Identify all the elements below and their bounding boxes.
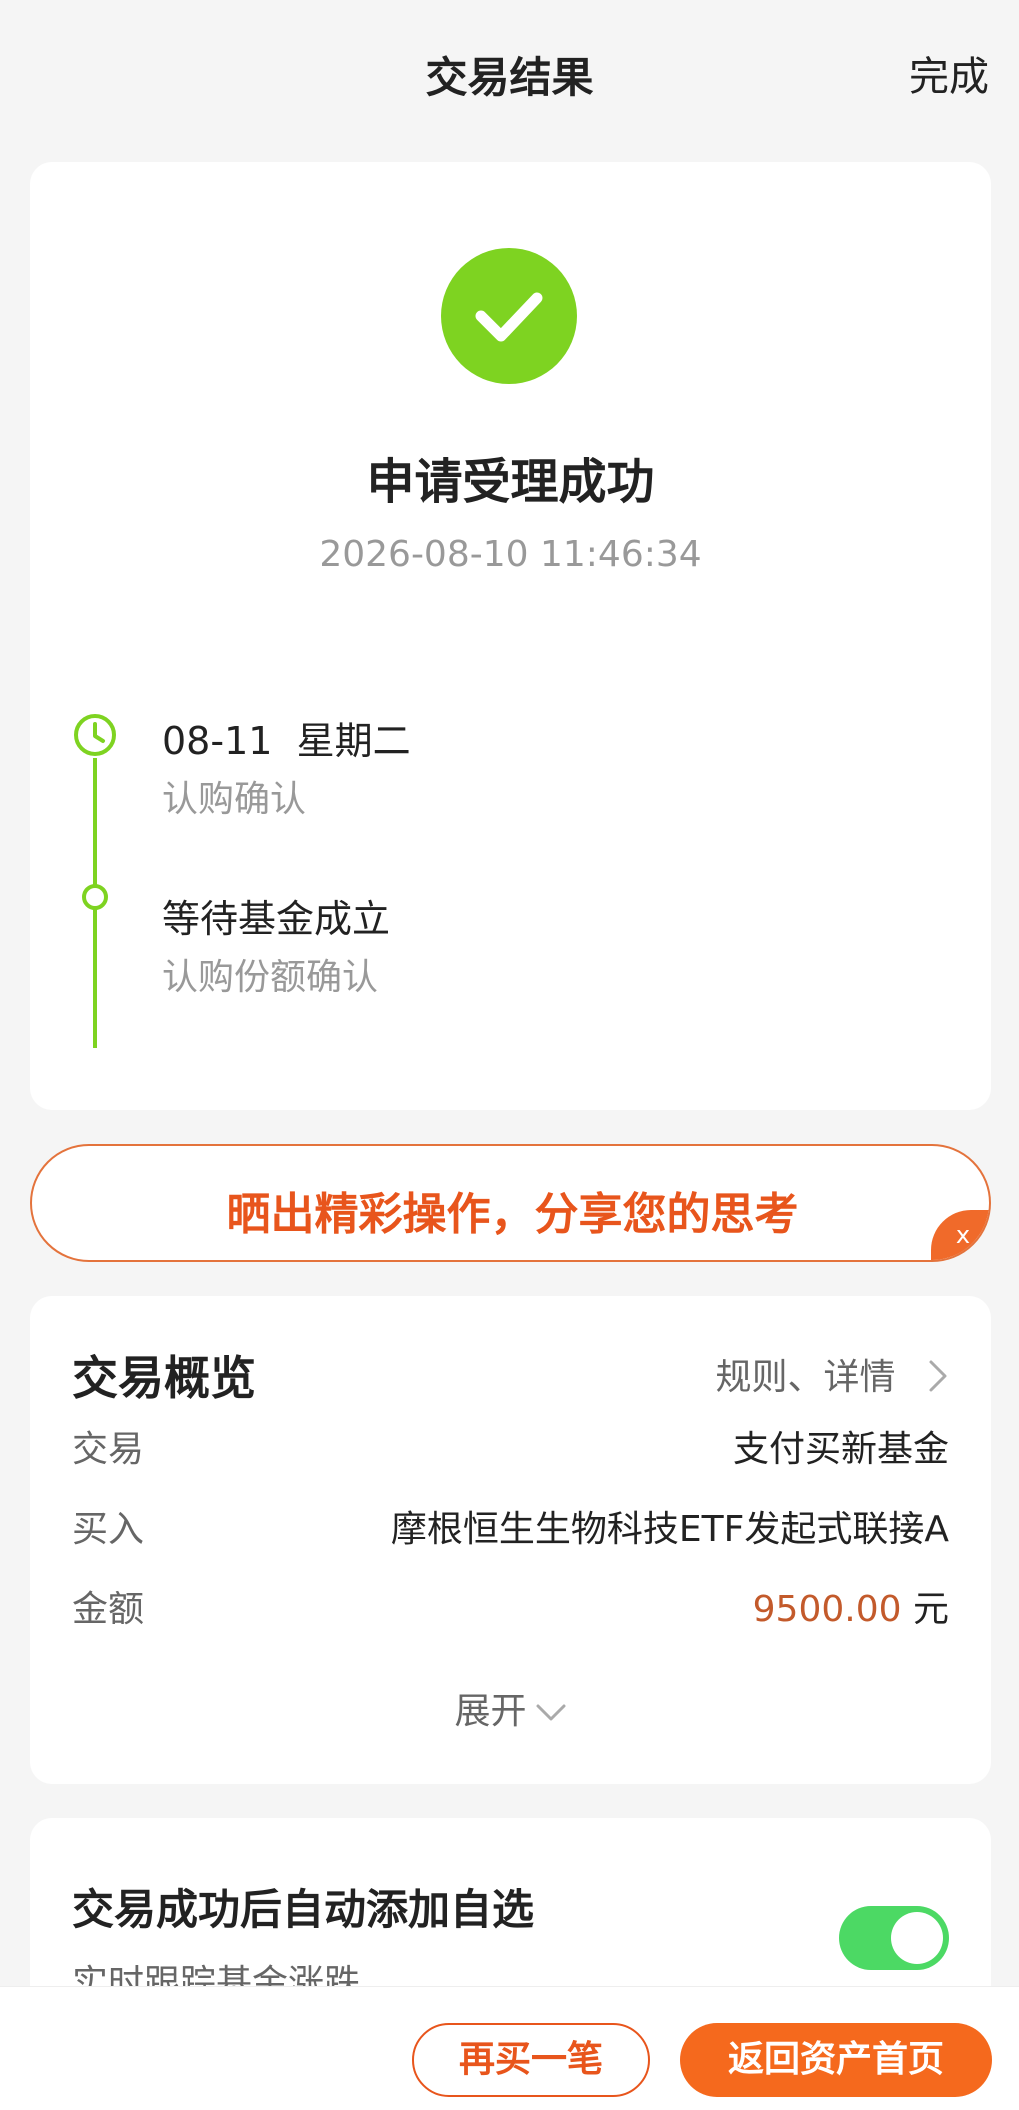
chevron-right-icon (927, 1358, 949, 1398)
overview-title: 交易概览 (72, 1351, 256, 1405)
auto-add-title: 交易成功后自动添加自选 (72, 1885, 535, 1934)
timeline-step-title: 08-11 星期二 (162, 719, 411, 763)
overview-row-label: 交易 (72, 1429, 145, 1470)
amount-value: 9500.00 元 (753, 1580, 949, 1632)
overview-row-value: 摩根恒生生物科技ETF发起式联接A (390, 1509, 949, 1550)
toggle-knob (891, 1912, 943, 1964)
expand-button[interactable]: 展开 (30, 1682, 991, 1734)
result-card: 申请受理成功 2026-08-10 11:46:34 08-11 星期二 认购确… (30, 162, 991, 1110)
share-banner[interactable]: 晒出精彩操作，分享您的思考 x (30, 1144, 991, 1262)
page-title: 交易结果 (425, 53, 594, 102)
return-assets-home-button[interactable]: 返回资产首页 (680, 2023, 992, 2097)
bottom-action-bar: 再买一笔 返回资产首页 (0, 1986, 1019, 2110)
timeline-step-subtitle: 认购确认 (162, 779, 307, 820)
amount-number: 9500.00 (752, 1589, 902, 1630)
nav-header: 交易结果 完成 (0, 0, 1019, 150)
dot-icon (82, 884, 108, 910)
auto-add-toggle[interactable] (839, 1906, 949, 1970)
chevron-down-icon (536, 1704, 565, 1721)
buy-again-button[interactable]: 再买一笔 (412, 2023, 650, 2097)
done-button[interactable]: 完成 (909, 44, 989, 102)
share-text: 晒出精彩操作，分享您的思考 (226, 1189, 799, 1240)
rules-details-link[interactable]: 规则、详情 (716, 1348, 941, 1400)
check-circle-icon (441, 248, 577, 384)
result-title: 申请受理成功 (366, 454, 655, 510)
timeline-step-title: 等待基金成立 (162, 897, 391, 941)
rules-details-label: 规则、详情 (715, 1357, 896, 1398)
expand-label: 展开 (454, 1691, 527, 1732)
overview-row-label: 买入 (72, 1509, 145, 1550)
clock-icon (72, 712, 118, 758)
result-time: 2026-08-10 11:46:34 (319, 534, 702, 575)
amount-unit: 元 (912, 1589, 949, 1630)
overview-row-label: 金额 (72, 1589, 145, 1630)
overview-card: 交易概览 规则、详情 交易 支付买新基金 买入 摩根恒生生物科技ETF发起式联接… (30, 1296, 991, 1784)
overview-row-value: 支付买新基金 (732, 1429, 949, 1470)
timeline-step-subtitle: 认购份额确认 (162, 957, 379, 998)
